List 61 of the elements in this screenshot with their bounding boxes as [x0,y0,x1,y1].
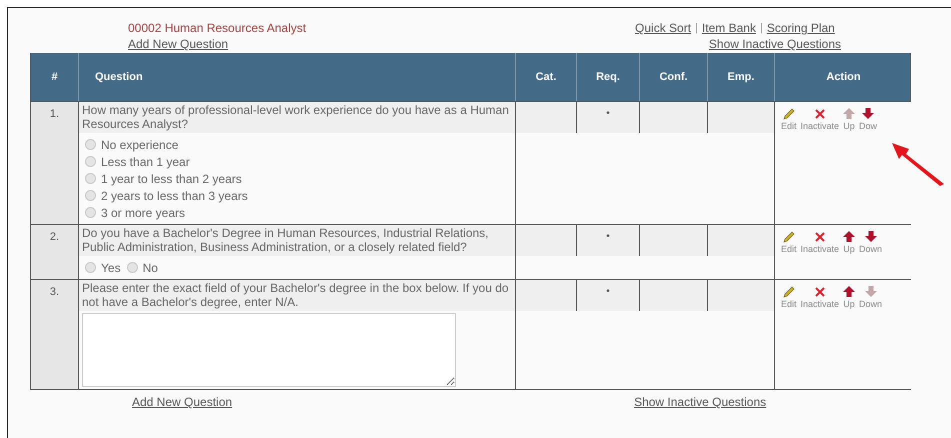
edit-label: Edit [781,300,797,309]
nav-link[interactable]: Item Bank [702,20,756,36]
number-cell: 3. [31,280,78,389]
radio-button[interactable] [85,173,96,184]
edit-label: Edit [781,122,797,131]
option-label: Less than 1 year [101,154,190,170]
column-header: Emp. [728,70,754,85]
up-label: Up [843,300,855,309]
down-label: Dow [859,122,878,131]
down-arrow-icon[interactable] [864,231,877,242]
up-arrow-icon[interactable] [843,286,856,297]
option-label: No experience [101,136,178,154]
separator: | [760,21,763,36]
up-label: Up [843,245,855,254]
question-cell: How many years of professional-level work experience do you have as a Human Resources Analyst? [78,102,515,133]
option-label: Yes [101,260,121,276]
radio-button[interactable] [85,139,96,150]
column-header: Req. [596,70,620,85]
separator: | [695,21,698,36]
column-header: # [51,70,58,85]
inactivate-label: Inactivate [800,300,840,309]
nav-link[interactable]: Scoring Plan [766,20,835,36]
number-cell: 2. [31,225,78,279]
question-cell: Please enter the exact field of your Bachelor's degree in the box below. If you do not have a Bachelor's degree, enter N/A. [78,280,515,311]
column-header: Action [826,70,861,85]
job-title: 00002 Human Resources Analyst [128,20,306,36]
up-arrow-icon[interactable] [843,231,856,242]
close-icon[interactable] [814,108,826,120]
column-header: Conf. [659,70,688,85]
table-cell: • [576,225,639,256]
inactivate-label: Inactivate [800,122,840,131]
inactivate-label: Inactivate [800,245,840,254]
close-icon[interactable] [814,231,826,243]
radio-button[interactable] [85,190,96,201]
option-label: 2 years to less than 3 years [101,188,248,204]
option-label: 1 year to less than 2 years [101,170,242,188]
pencil-icon[interactable] [782,108,795,120]
down-arrow-icon[interactable] [862,108,874,119]
pointer-arrow [890,140,946,186]
pencil-icon[interactable] [782,231,795,243]
close-icon[interactable] [814,286,826,298]
table-cell: • [576,280,639,311]
option-label: No [142,260,158,276]
edit-label: Edit [781,245,797,254]
column-header: Cat. [536,70,556,85]
option-label: 3 or more years [101,204,186,222]
down-label: Down [859,300,882,309]
radio-button[interactable] [85,156,96,167]
up-label: Up [843,122,855,131]
radio-button[interactable] [85,262,96,273]
add-question-link[interactable]: Add New Question [128,36,228,52]
radio-button[interactable] [85,207,96,218]
column-header: Question [95,70,143,85]
number-cell: 1. [31,102,78,224]
nav-link[interactable]: Quick Sort [635,20,692,36]
table-cell: • [576,102,639,133]
radio-button[interactable] [126,262,138,273]
down-label: Down [859,245,882,254]
question-cell: Do you have a Bachelor's Degree in Human Resources, Industrial Relations, Public Administration, Business Administration, or a closely related field? [78,225,515,256]
pencil-icon[interactable] [782,286,795,298]
add-question-link[interactable]: Add New Question [132,393,232,411]
